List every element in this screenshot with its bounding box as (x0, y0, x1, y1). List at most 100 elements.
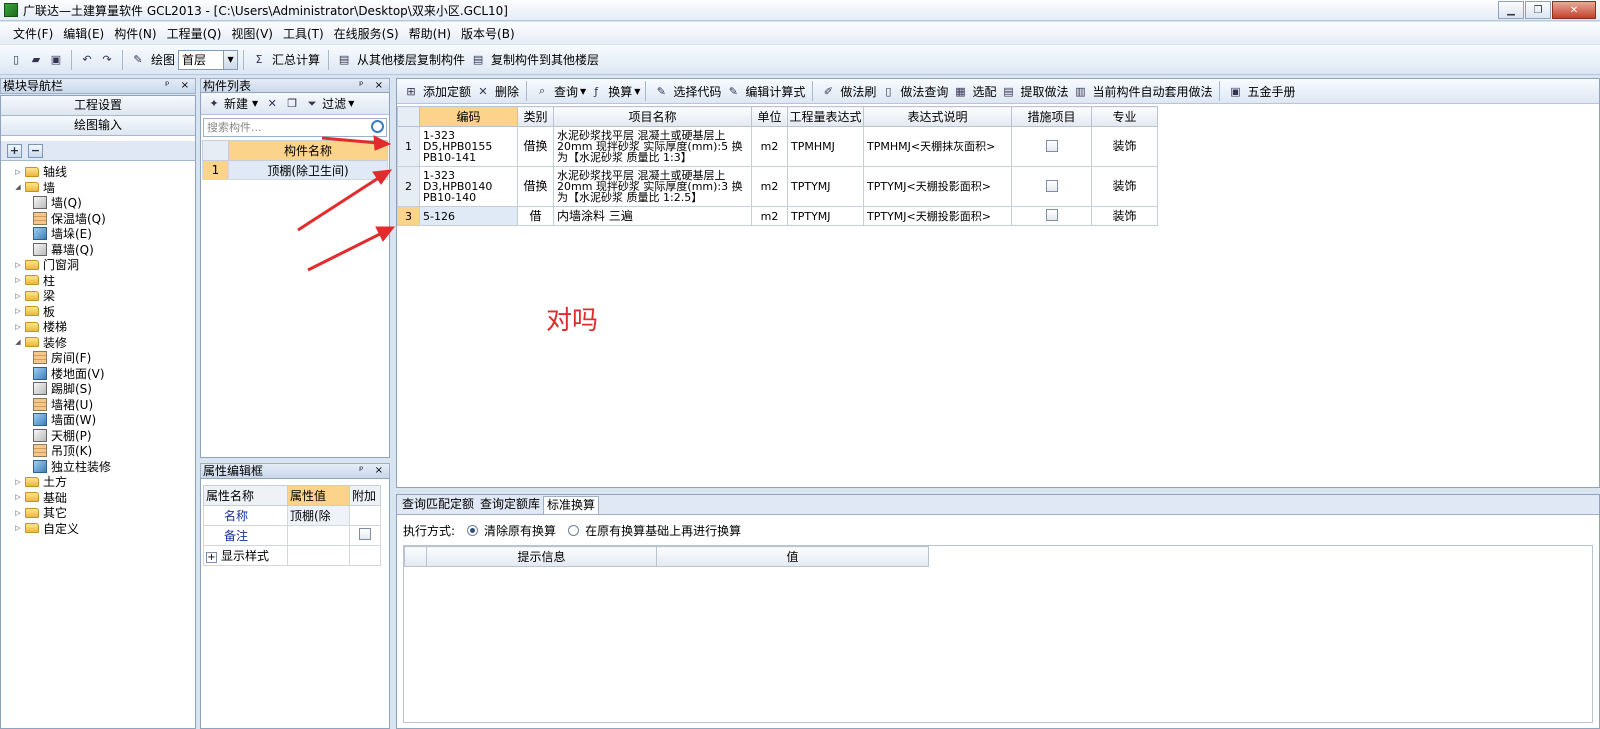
code-cell[interactable]: 1-323 D3,HPB0140 PB10-140 (419, 166, 518, 207)
collapsed-triangle-icon[interactable]: ▷ (13, 524, 23, 532)
menu-help[interactable]: 帮助(H) (406, 25, 454, 42)
match-button[interactable]: 选配 (972, 83, 996, 100)
query-button[interactable]: 查询 (554, 83, 578, 100)
expression-cell[interactable]: TPTYMJ (787, 166, 864, 207)
expanded-triangle-icon[interactable]: ◢ (13, 338, 23, 346)
tree-item[interactable]: ◢ 装修 (13, 335, 195, 351)
expression-desc-cell[interactable]: TPTYMJ<天棚投影面积> (863, 206, 1012, 226)
tree-item[interactable]: 房间(F) (13, 350, 195, 366)
collapsed-triangle-icon[interactable]: ▷ (13, 478, 23, 486)
tree-item[interactable]: 吊顶(K) (13, 443, 195, 459)
summary-calc-button[interactable]: 汇总计算 (272, 51, 320, 68)
collapsed-triangle-icon[interactable]: ▷ (13, 509, 23, 517)
menu-tools[interactable]: 工具(T) (280, 25, 327, 42)
item-name-cell[interactable]: 水泥砂浆找平层 混凝土或硬基层上 20mm 现拌砂浆 实际厚度(mm):5 换为… (553, 126, 752, 167)
tree-item[interactable]: ▷ 梁 (13, 288, 195, 304)
redo-icon[interactable]: ↷ (99, 52, 115, 68)
delete-icon[interactable]: ✕ (264, 96, 280, 112)
maximize-button[interactable]: ❐ (1525, 1, 1551, 19)
menu-edit[interactable]: 编辑(E) (60, 25, 107, 42)
unit-cell[interactable]: m2 (751, 126, 788, 167)
collapsed-triangle-icon[interactable]: ▷ (13, 307, 23, 315)
tree-item[interactable]: 天棚(P) (13, 428, 195, 444)
radio-append-conversion-label[interactable]: 在原有换算基础上再进行换算 (585, 522, 741, 539)
tab-query-matching-quota[interactable]: 查询匹配定额 (399, 496, 477, 514)
column-header[interactable]: 单位 (751, 106, 788, 127)
menu-quantity[interactable]: 工程量(Q) (164, 25, 225, 42)
tree-item[interactable]: ▷ 其它 (13, 505, 195, 521)
category-cell[interactable]: 借换 (517, 126, 554, 167)
table-row[interactable]: 备注 (203, 525, 381, 546)
tab-project-settings[interactable]: 工程设置 (1, 96, 195, 116)
minimize-button[interactable]: ▁ (1498, 1, 1524, 19)
add-quota-button[interactable]: 添加定额 (423, 83, 471, 100)
specialty-cell[interactable]: 装饰 (1091, 126, 1158, 167)
panel-pin-icon[interactable]: ᵖ × (359, 464, 387, 478)
unit-cell[interactable]: m2 (751, 166, 788, 207)
expand-all-button[interactable]: + (7, 143, 22, 158)
column-header[interactable]: 类别 (517, 106, 554, 127)
copy-from-floor-button[interactable]: 从其他楼层复制构件 (357, 51, 465, 68)
radio-clear-conversion-label[interactable]: 清除原有换算 (484, 522, 556, 539)
tree-item[interactable]: ▷ 自定义 (13, 521, 195, 537)
panel-pin-icon[interactable]: ᵖ × (359, 79, 387, 93)
delete-button[interactable]: 删除 (495, 83, 519, 100)
menu-file[interactable]: 文件(F) (10, 25, 56, 42)
category-cell[interactable]: 借换 (517, 166, 554, 207)
expression-cell[interactable]: TPTYMJ (787, 206, 864, 226)
hardware-manual-button[interactable]: 五金手册 (1247, 83, 1295, 100)
property-value[interactable]: 顶棚(除 (287, 505, 350, 526)
tab-standard-conversion[interactable]: 标准换算 (543, 496, 600, 514)
convert-button[interactable]: 换算 (608, 83, 632, 100)
tree-item[interactable]: 墙裙(U) (13, 397, 195, 413)
tab-query-quota-library[interactable]: 查询定额库 (477, 496, 543, 514)
tree-item[interactable]: 楼地面(V) (13, 366, 195, 382)
extract-method-button[interactable]: 提取做法 (1020, 83, 1068, 100)
column-header[interactable]: 表达式说明 (863, 106, 1012, 127)
measure-checkbox[interactable] (1045, 209, 1058, 221)
menu-online[interactable]: 在线服务(S) (331, 25, 402, 42)
chevron-down-icon[interactable]: ▼ (580, 87, 586, 96)
tree-item[interactable]: ▷ 柱 (13, 273, 195, 289)
new-file-icon[interactable]: ▯ (8, 52, 24, 68)
chevron-down-icon[interactable]: ▼ (252, 99, 258, 108)
tree-item[interactable]: 墙面(W) (13, 412, 195, 428)
edit-formula-button[interactable]: 编辑计算式 (745, 83, 805, 100)
radio-clear-conversion[interactable] (467, 524, 479, 536)
auto-apply-button[interactable]: 当前构件自动套用做法 (1092, 83, 1212, 100)
table-row[interactable]: 3 5-126 借 内墙涂料 三遍 m2 TPTYMJ TPTYMJ<天棚投影面… (397, 206, 1158, 226)
item-name-cell[interactable]: 水泥砂浆找平层 混凝土或硬基层上 20mm 现拌砂浆 实际厚度(mm):3 换为… (553, 166, 752, 207)
expression-desc-cell[interactable]: TPMHMJ<天棚抹灰面积> (863, 126, 1012, 167)
filter-button[interactable]: 过滤 (322, 95, 346, 112)
tree-item[interactable]: 墙(Q) (13, 195, 195, 211)
unit-cell[interactable]: m2 (751, 206, 788, 226)
open-folder-icon[interactable]: ▰ (28, 52, 44, 68)
method-query-button[interactable]: 做法查询 (900, 83, 948, 100)
new-component-button[interactable]: 新建 (224, 95, 248, 112)
tree-item[interactable]: 独立柱装修 (13, 459, 195, 475)
code-cell[interactable]: 5-126 (419, 206, 518, 226)
table-row[interactable]: 1 1-323 D5,HPB0155 PB10-141 借换 水泥砂浆找平层 混… (397, 126, 1158, 167)
method-brush-button[interactable]: 做法刷 (840, 83, 876, 100)
collapse-all-button[interactable]: − (28, 143, 43, 158)
tab-draw-input[interactable]: 绘图输入 (1, 116, 195, 136)
table-row[interactable]: 名称 顶棚(除 (203, 505, 381, 526)
close-button[interactable]: ✕ (1552, 1, 1596, 19)
collapsed-triangle-icon[interactable]: ▷ (13, 323, 23, 331)
property-value[interactable] (287, 525, 350, 546)
column-header[interactable]: 措施项目 (1011, 106, 1092, 127)
specialty-cell[interactable]: 装饰 (1091, 166, 1158, 207)
tree-item[interactable]: ◢ 墙 (13, 180, 195, 196)
expression-cell[interactable]: TPMHMJ (787, 126, 864, 167)
menu-version[interactable]: 版本号(B) (458, 25, 518, 42)
tree-item[interactable]: 幕墙(Q) (13, 242, 195, 258)
collapsed-triangle-icon[interactable]: ▷ (13, 168, 23, 176)
column-header[interactable]: 编码 (419, 106, 518, 127)
collapsed-triangle-icon[interactable]: ▷ (13, 292, 23, 300)
measure-checkbox[interactable] (1045, 139, 1058, 152)
column-header[interactable]: 工程量表达式 (787, 106, 864, 127)
tree-item[interactable]: ▷ 轴线 (13, 164, 195, 180)
tree-item[interactable]: ▷ 门窗洞 (13, 257, 195, 273)
tree-item[interactable]: 踢脚(S) (13, 381, 195, 397)
menu-view[interactable]: 视图(V) (228, 25, 276, 42)
